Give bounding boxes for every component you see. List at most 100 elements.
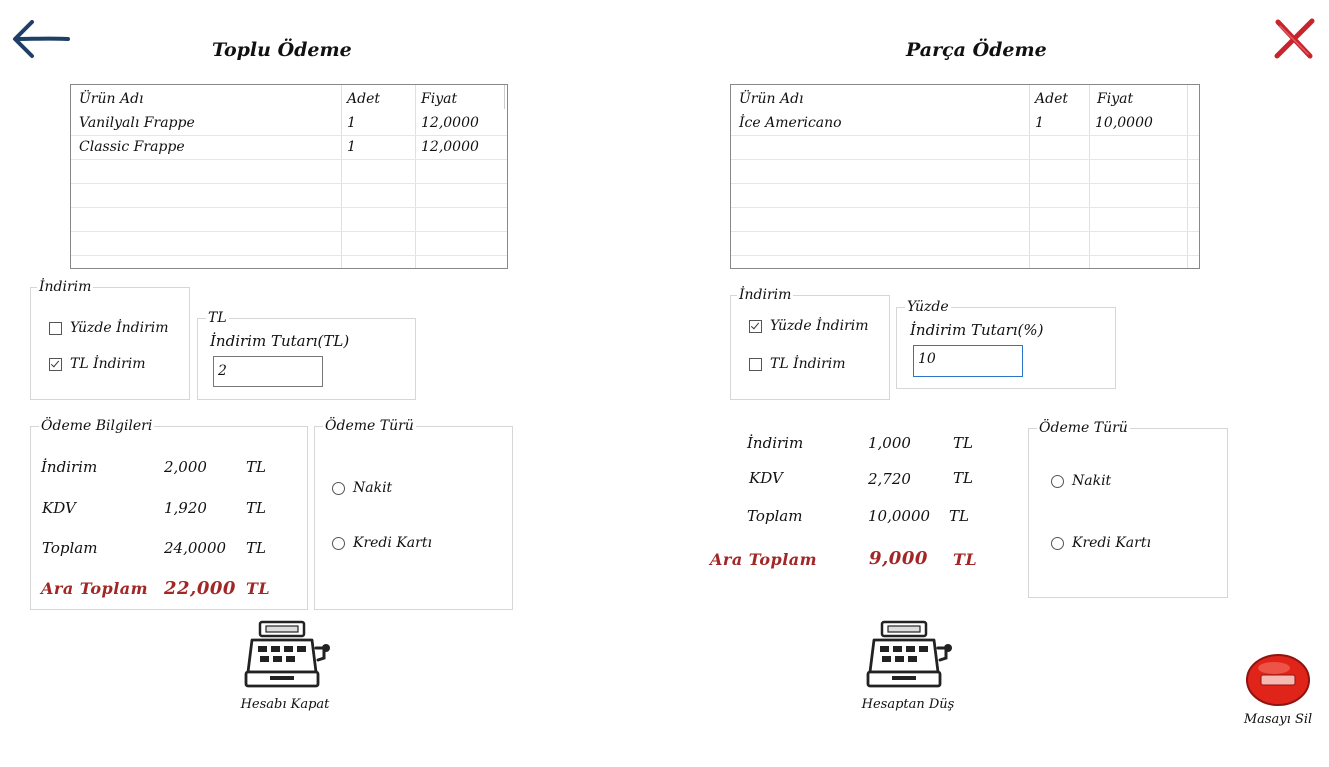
- group-legend: TL: [206, 309, 229, 327]
- subtotal-value: 22,000: [164, 578, 236, 599]
- table-row[interactable]: [731, 207, 1199, 232]
- right-title: Parça Ödeme: [906, 39, 1047, 61]
- group-legend: İndirim: [737, 286, 794, 304]
- delete-table-label: Masayı Sil: [1243, 712, 1313, 727]
- kdv-value: 1,920: [164, 499, 207, 517]
- discount-unit: TL: [953, 434, 973, 452]
- group-legend: Ödeme Türü: [1037, 419, 1130, 437]
- percent-discount-checkbox[interactable]: Yüzde İndirim: [49, 320, 169, 336]
- total-value: 24,0000: [164, 539, 227, 557]
- column-header[interactable]: Adet: [1027, 87, 1087, 111]
- table-cell: 1: [1035, 115, 1044, 131]
- group-legend: İndirim: [37, 278, 94, 296]
- left-items-table[interactable]: Ürün Adı Adet Fiyat Vanilyalı Frappe 1 1…: [70, 84, 508, 269]
- kdv-unit: TL: [246, 499, 266, 517]
- total-label: Toplam: [747, 507, 803, 525]
- table-cell: 10,0000: [1095, 115, 1153, 131]
- radio-label: Nakit: [1072, 473, 1112, 489]
- table-cell: Classic Frappe: [79, 139, 185, 155]
- column-header[interactable]: Ürün Adı: [71, 87, 341, 111]
- checkbox-label: Yüzde İndirim: [70, 320, 169, 336]
- kdv-label: KDV: [42, 499, 76, 517]
- table-header: Ürün Adı Adet Fiyat: [71, 87, 507, 111]
- radio-label: Nakit: [353, 480, 393, 496]
- subtotal-label: Ara Toplam: [710, 550, 818, 569]
- table-row[interactable]: [71, 231, 507, 256]
- total-unit: TL: [949, 507, 969, 525]
- table-cell: Vanilyalı Frappe: [79, 115, 195, 131]
- checkbox-label: TL İndirim: [70, 356, 146, 372]
- table-row[interactable]: Classic Frappe 1 12,0000: [71, 135, 507, 160]
- radio-label: Kredi Kartı: [1072, 535, 1151, 551]
- discount-amount-label: İndirim Tutarı(TL): [210, 332, 350, 350]
- table-row[interactable]: İce Americano 1 10,0000: [731, 111, 1199, 136]
- kdv-unit: TL: [953, 469, 973, 487]
- table-row[interactable]: Vanilyalı Frappe 1 12,0000: [71, 111, 507, 136]
- percent-discount-checkbox[interactable]: Yüzde İndirim: [749, 318, 869, 334]
- table-row[interactable]: [731, 159, 1199, 184]
- discount-label: İndirim: [747, 434, 804, 452]
- group-legend: Ödeme Türü: [323, 417, 416, 435]
- table-cell: 12,0000: [421, 115, 479, 131]
- column-header[interactable]: Fiyat: [1089, 87, 1187, 111]
- checkbox-label: Yüzde İndirim: [770, 318, 869, 334]
- discount-value: 1,000: [868, 434, 911, 452]
- cash-register-icon: [244, 620, 330, 688]
- column-header[interactable]: Adet: [339, 87, 413, 111]
- subtotal-unit: TL: [953, 550, 978, 569]
- back-button[interactable]: [10, 18, 72, 62]
- table-row[interactable]: [731, 231, 1199, 256]
- credit-card-radio[interactable]: Kredi Kartı: [332, 535, 432, 551]
- delete-icon: [1246, 654, 1310, 706]
- discount-amount-input[interactable]: 2: [213, 356, 323, 387]
- discount-amount-input[interactable]: 10: [913, 345, 1023, 377]
- radio-circle[interactable]: [332, 536, 345, 550]
- cash-radio[interactable]: Nakit: [1051, 473, 1111, 489]
- table-row[interactable]: [71, 159, 507, 184]
- cash-radio[interactable]: Nakit: [332, 480, 392, 496]
- delete-table-button[interactable]: [1244, 652, 1312, 708]
- column-header[interactable]: Fiyat: [413, 87, 505, 111]
- kdv-label: KDV: [749, 469, 783, 487]
- right-items-table[interactable]: Ürün Adı Adet Fiyat İce Americano 1 10,0…: [730, 84, 1200, 269]
- tl-discount-checkbox[interactable]: TL İndirim: [749, 356, 846, 372]
- cash-register-icon: [866, 620, 952, 688]
- back-arrow-icon: [13, 20, 70, 58]
- close-bill-label: Hesabı Kapat: [240, 697, 330, 712]
- close-icon: [1274, 18, 1315, 59]
- checkbox-label: TL İndirim: [770, 356, 846, 372]
- table-cell: 1: [347, 139, 356, 155]
- checkbox-box[interactable]: [49, 357, 62, 371]
- radio-circle[interactable]: [1051, 536, 1064, 550]
- subtotal-unit: TL: [246, 579, 271, 598]
- tl-discount-checkbox[interactable]: TL İndirim: [49, 356, 146, 372]
- table-cell: 1: [347, 115, 356, 131]
- checkbox-box[interactable]: [49, 321, 62, 335]
- checkbox-box[interactable]: [749, 319, 762, 333]
- discount-amount-label: İndirim Tutarı(%): [910, 321, 1044, 339]
- left-payment-type-group: Ödeme Türü Nakit Kredi Kartı: [314, 417, 513, 610]
- left-discount-group: İndirim Yüzde İndirim TL İndirim: [30, 278, 190, 400]
- total-unit: TL: [246, 539, 266, 557]
- table-header: Ürün Adı Adet Fiyat: [731, 87, 1199, 111]
- radio-circle[interactable]: [1051, 474, 1064, 488]
- discount-label: İndirim: [41, 458, 98, 476]
- table-row[interactable]: [731, 183, 1199, 208]
- radio-circle[interactable]: [332, 481, 345, 495]
- checkbox-box[interactable]: [749, 357, 762, 371]
- discount-unit: TL: [246, 458, 266, 476]
- credit-card-radio[interactable]: Kredi Kartı: [1051, 535, 1151, 551]
- close-button[interactable]: [1272, 18, 1316, 60]
- column-header[interactable]: Ürün Adı: [731, 87, 1029, 111]
- subtotal-label: Ara Toplam: [41, 579, 149, 598]
- group-legend: Ödeme Bilgileri: [39, 417, 155, 435]
- table-cell: İce Americano: [739, 115, 842, 131]
- table-row[interactable]: [731, 135, 1199, 160]
- discount-value: 2,000: [164, 458, 207, 476]
- group-legend: Yüzde: [905, 298, 951, 316]
- radio-label: Kredi Kartı: [353, 535, 432, 551]
- table-row[interactable]: [71, 207, 507, 232]
- deduct-from-bill-label: Hesaptan Düş: [861, 697, 955, 712]
- left-title: Toplu Ödeme: [212, 39, 352, 61]
- table-row[interactable]: [71, 183, 507, 208]
